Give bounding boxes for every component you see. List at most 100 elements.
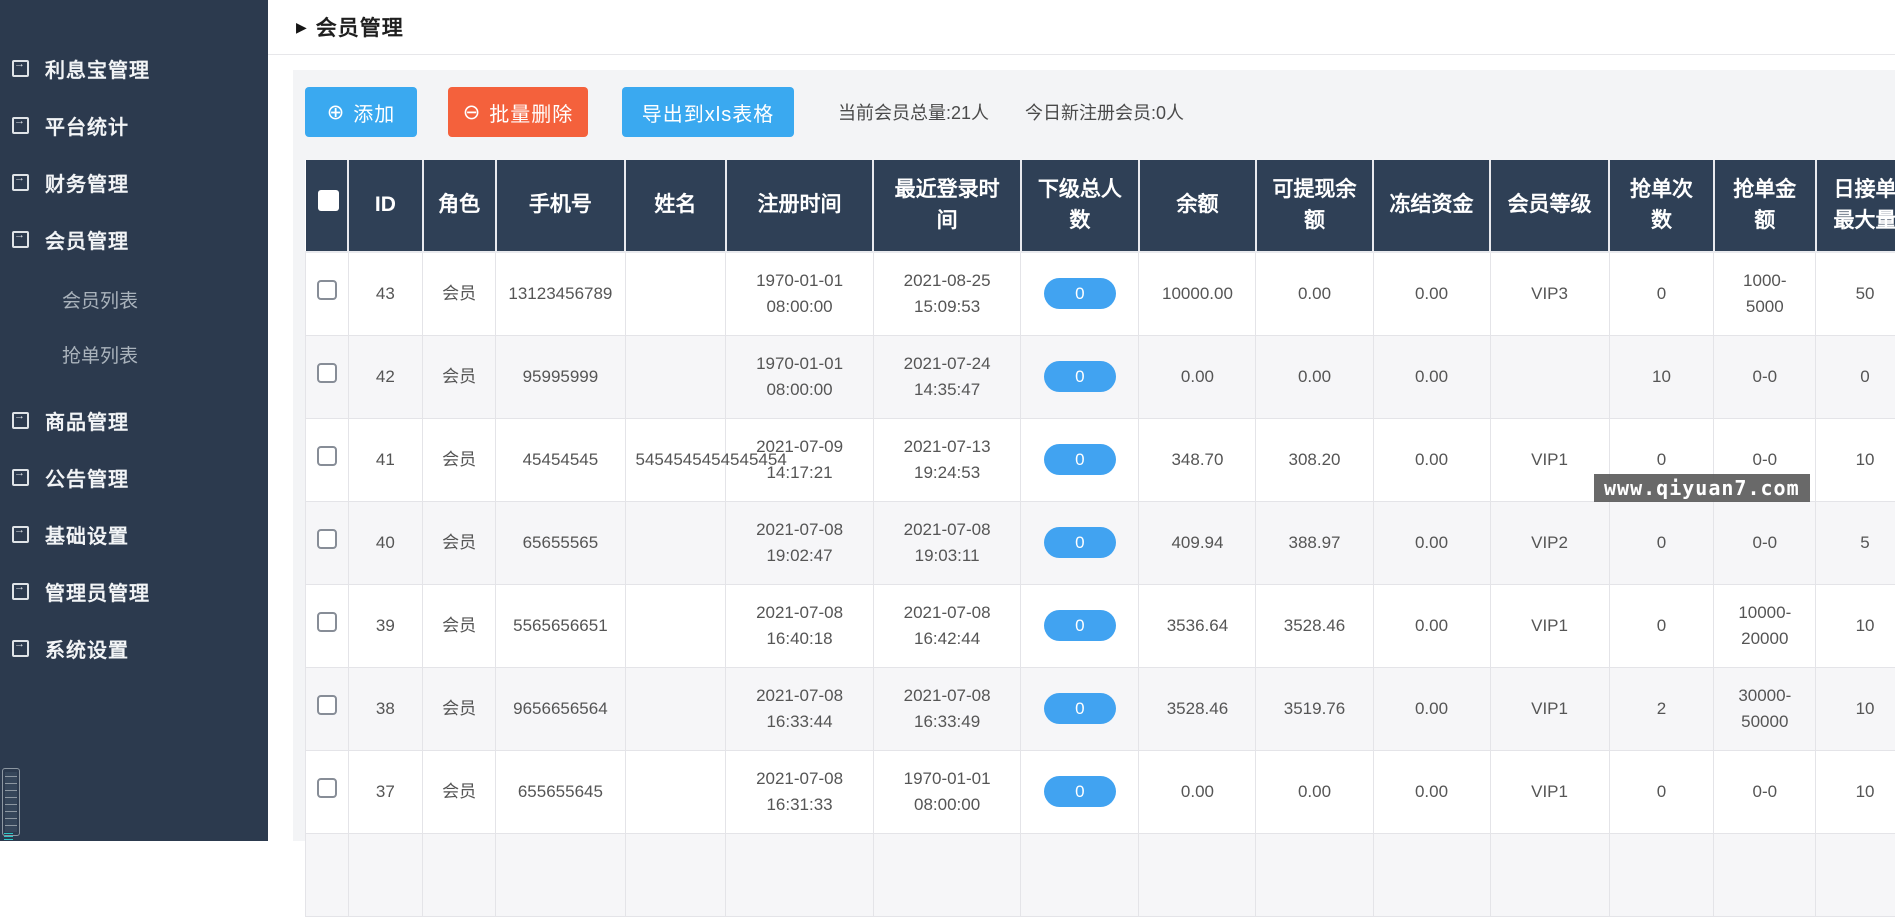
row-checkbox[interactable] — [317, 778, 337, 798]
row-checkbox[interactable] — [317, 695, 337, 715]
sidebar-item-4[interactable]: 商品管理 — [0, 392, 268, 449]
sidebar-item-0[interactable]: 利息宝管理 — [0, 40, 268, 97]
expand-icon — [12, 174, 29, 191]
row-checkbox[interactable] — [317, 529, 337, 549]
cell-name — [625, 501, 726, 584]
sidebar-item-8[interactable]: 系统设置 — [0, 620, 268, 677]
sidebar-item-1[interactable]: 平台统计 — [0, 97, 268, 154]
total-members-text: 当前会员总量:21人 — [838, 99, 989, 125]
sidebar-item-7[interactable]: 管理员管理 — [0, 563, 268, 620]
cell-name — [625, 335, 726, 418]
members-table: ID角色手机号姓名注册时间最近登录时间下级总人数余额可提现余额冻结资金会员等级抢… — [305, 160, 1895, 917]
cell-empty — [1256, 833, 1373, 916]
cell-sub_count: 0 — [1021, 335, 1139, 418]
cell-sub_count: 0 — [1021, 501, 1139, 584]
table-row: 43会员131234567891970-01-01 08:00:002021-0… — [306, 252, 1895, 335]
sidebar-item-label: 利息宝管理 — [45, 54, 150, 83]
column-header: 姓名 — [625, 160, 726, 252]
column-header: 下级总人数 — [1021, 160, 1139, 252]
row-checkbox[interactable] — [317, 363, 337, 383]
cell-empty — [625, 833, 726, 916]
sidebar-item-label: 财务管理 — [45, 168, 129, 197]
cell-reg_time: 2021-07-08 19:02:47 — [726, 501, 874, 584]
cell-empty — [873, 833, 1021, 916]
add-button[interactable]: ⊕ 添加 — [305, 87, 417, 137]
sidebar-subitem-3-0[interactable]: 会员列表 — [0, 272, 268, 327]
cell-daily_max: 50 — [1816, 252, 1895, 335]
cell-phone: 655655645 — [496, 750, 625, 833]
sidebar-item-5[interactable]: 公告管理 — [0, 449, 268, 506]
column-header: 余额 — [1139, 160, 1256, 252]
cell-grab_amount: 0-0 — [1714, 501, 1816, 584]
sub-count-badge: 0 — [1044, 776, 1116, 807]
cell-reg_time: 1970-01-01 08:00:00 — [726, 335, 874, 418]
row-select-cell — [306, 252, 349, 335]
row-checkbox[interactable] — [317, 446, 337, 466]
cell-reg_time: 2021-07-08 16:31:33 — [726, 750, 874, 833]
cell-frozen: 0.00 — [1373, 667, 1490, 750]
row-select-cell — [306, 667, 349, 750]
export-xls-button[interactable]: 导出到xls表格 — [622, 87, 794, 137]
cell-name — [625, 252, 726, 335]
cell-grab_amount: 30000-50000 — [1714, 667, 1816, 750]
cell-daily_max: 10 — [1816, 667, 1895, 750]
sidebar-scrollbar[interactable] — [2, 768, 20, 836]
cell-reg_time: 2021-07-08 16:33:44 — [726, 667, 874, 750]
select-all-checkbox[interactable] — [318, 190, 339, 211]
cell-withdrawable: 308.20 — [1256, 418, 1373, 501]
cell-daily_max: 0 — [1816, 335, 1895, 418]
member-stats: 当前会员总量:21人 今日新注册会员:0人 — [838, 99, 1184, 125]
cell-sub_count: 0 — [1021, 252, 1139, 335]
sidebar-menu: 利息宝管理平台统计财务管理会员管理会员列表抢单列表商品管理公告管理基础设置管理员… — [0, 0, 268, 677]
sidebar-scrollbar-ticks — [4, 833, 13, 840]
cell-level: VIP1 — [1490, 584, 1609, 667]
expand-icon — [12, 117, 29, 134]
sidebar-item-label: 会员管理 — [45, 225, 129, 254]
sub-count-badge: 0 — [1044, 527, 1116, 558]
cell-role: 会员 — [423, 501, 496, 584]
cell-empty — [306, 833, 349, 916]
cell-balance: 409.94 — [1139, 501, 1256, 584]
cell-level: VIP3 — [1490, 252, 1609, 335]
expand-icon — [12, 583, 29, 600]
row-checkbox[interactable] — [317, 280, 337, 300]
batch-delete-button[interactable]: ⊖ 批量删除 — [448, 87, 588, 137]
cell-last_login: 2021-07-08 16:33:49 — [873, 667, 1021, 750]
members-table-wrap: ID角色手机号姓名注册时间最近登录时间下级总人数余额可提现余额冻结资金会员等级抢… — [305, 160, 1895, 917]
cell-last_login: 2021-08-25 15:09:53 — [873, 252, 1021, 335]
cell-id: 40 — [348, 501, 422, 584]
sidebar-item-label: 平台统计 — [45, 111, 129, 140]
cell-phone: 13123456789 — [496, 252, 625, 335]
expand-icon — [12, 412, 29, 429]
cell-role: 会员 — [423, 252, 496, 335]
sidebar-submenu: 会员列表抢单列表 — [0, 268, 268, 392]
cell-withdrawable: 3519.76 — [1256, 667, 1373, 750]
row-select-cell — [306, 501, 349, 584]
column-header: 冻结资金 — [1373, 160, 1490, 252]
sidebar-item-6[interactable]: 基础设置 — [0, 506, 268, 563]
column-header: 注册时间 — [726, 160, 874, 252]
cell-sub_count: 0 — [1021, 418, 1139, 501]
cell-last_login: 2021-07-08 16:42:44 — [873, 584, 1021, 667]
sidebar-subitem-3-1[interactable]: 抢单列表 — [0, 327, 268, 382]
cell-daily_max: 5 — [1816, 501, 1895, 584]
cell-id: 42 — [348, 335, 422, 418]
sidebar-item-2[interactable]: 财务管理 — [0, 154, 268, 211]
breadcrumb-bar: ▶ 会员管理 — [268, 0, 1895, 55]
cell-grab_amount: 0-0 — [1714, 335, 1816, 418]
table-row: 40会员656555652021-07-08 19:02:472021-07-0… — [306, 501, 1895, 584]
cell-daily_max: 10 — [1816, 584, 1895, 667]
breadcrumb-arrow-icon: ▶ — [296, 19, 307, 36]
sidebar-item-3[interactable]: 会员管理 — [0, 211, 268, 268]
cell-empty — [1490, 833, 1609, 916]
row-select-cell — [306, 584, 349, 667]
cell-last_login: 2021-07-13 19:24:53 — [873, 418, 1021, 501]
row-checkbox[interactable] — [317, 612, 337, 632]
column-header: 抢单金额 — [1714, 160, 1816, 252]
row-select-cell — [306, 418, 349, 501]
sidebar-item-label: 管理员管理 — [45, 577, 150, 606]
table-row: 42会员959959991970-01-01 08:00:002021-07-2… — [306, 335, 1895, 418]
cell-grab_count: 0 — [1609, 501, 1714, 584]
cell-grab_amount: 1000-5000 — [1714, 252, 1816, 335]
cell-sub_count: 0 — [1021, 750, 1139, 833]
